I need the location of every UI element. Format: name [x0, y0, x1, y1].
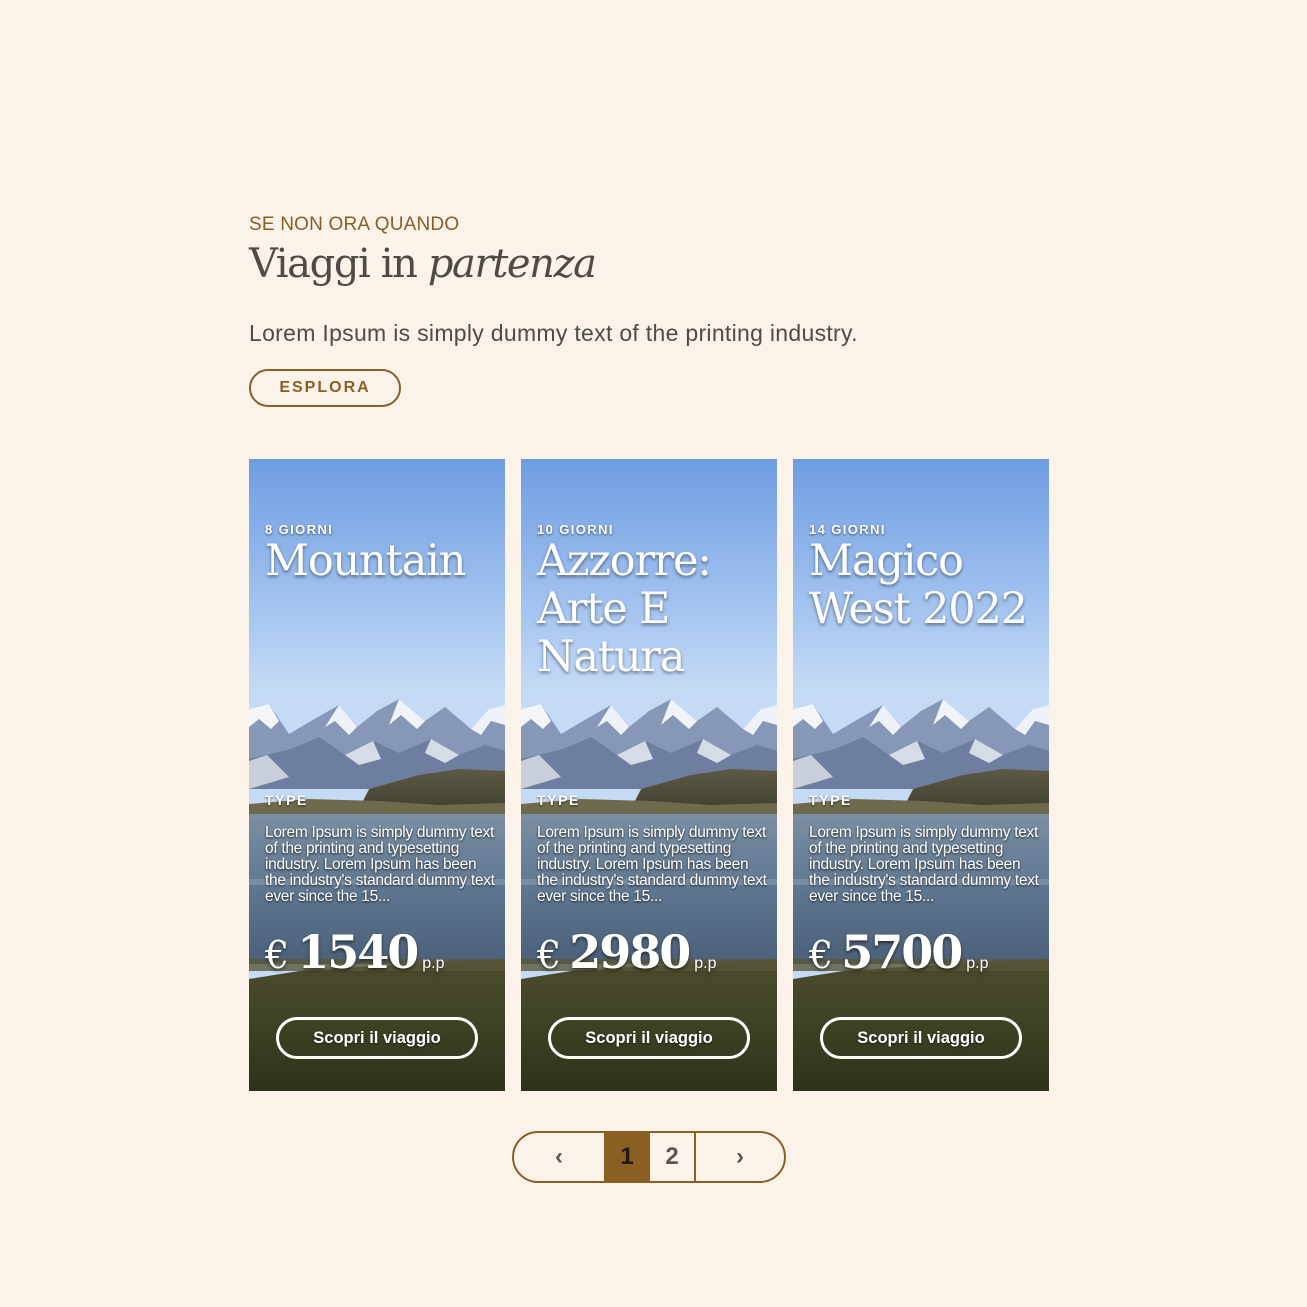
chevron-left-icon: ‹	[555, 1143, 563, 1170]
trip-duration: 14 GIORNI	[809, 522, 886, 537]
title-italic: partenza	[427, 241, 597, 287]
trip-duration: 8 GIORNI	[265, 522, 334, 537]
trip-description: Lorem Ipsum is simply dummy text of the …	[809, 824, 1039, 905]
trip-card: 14 GIORNI Magico West 2022 TYPE Lorem Ip…	[793, 459, 1049, 1091]
trip-card: 10 GIORNI Azzorre: Arte E Natura TYPE Lo…	[521, 459, 777, 1091]
trip-type: TYPE	[537, 792, 580, 808]
price-per-person: p.p	[422, 955, 445, 972]
page-1-button[interactable]: 1	[604, 1133, 650, 1181]
eyebrow: SE NON ORA QUANDO	[249, 214, 460, 235]
trip-card: 8 GIORNI Mountain TYPE Lorem Ipsum is si…	[249, 459, 505, 1091]
discover-trip-button[interactable]: Scopri il viaggio	[276, 1017, 478, 1059]
lead-text: Lorem Ipsum is simply dummy text of the …	[249, 320, 858, 346]
trip-cards: 8 GIORNI Mountain TYPE Lorem Ipsum is si…	[249, 459, 1049, 1091]
trip-duration: 10 GIORNI	[537, 522, 614, 537]
trip-type: TYPE	[265, 792, 308, 808]
discover-trip-button[interactable]: Scopri il viaggio	[820, 1017, 1022, 1059]
trip-type: TYPE	[809, 792, 852, 808]
explore-button[interactable]: ESPLORA	[249, 369, 401, 407]
price-amount: 5700	[841, 925, 963, 979]
price-amount: 1540	[297, 925, 419, 979]
trip-name: Azzorre: Arte E Natura	[537, 536, 712, 682]
next-page-button[interactable]: ›	[696, 1133, 784, 1181]
price-currency: €	[265, 933, 290, 977]
trip-name: Magico West 2022	[809, 536, 1028, 634]
chevron-right-icon: ›	[736, 1143, 744, 1170]
pagination: ‹ 1 2 ›	[512, 1131, 786, 1183]
page-title: Viaggi in partenza	[249, 240, 1049, 288]
trip-description: Lorem Ipsum is simply dummy text of the …	[265, 824, 495, 905]
page-2-button[interactable]: 2	[650, 1133, 696, 1181]
price-per-person: p.p	[694, 955, 717, 972]
trip-name: Mountain	[265, 536, 466, 586]
price-currency: €	[809, 933, 834, 977]
trip-price: € 1540 p.p	[265, 925, 444, 979]
section-header: SE NON ORA QUANDO Viaggi in partenza Lor…	[249, 214, 1049, 407]
price-currency: €	[537, 933, 562, 977]
price-amount: 2980	[569, 925, 691, 979]
trip-description: Lorem Ipsum is simply dummy text of the …	[537, 824, 767, 905]
price-per-person: p.p	[966, 955, 989, 972]
title-plain: Viaggi in	[249, 241, 428, 287]
prev-page-button[interactable]: ‹	[514, 1133, 604, 1181]
trip-price: € 5700 p.p	[809, 925, 988, 979]
discover-trip-button[interactable]: Scopri il viaggio	[548, 1017, 750, 1059]
trip-price: € 2980 p.p	[537, 925, 716, 979]
